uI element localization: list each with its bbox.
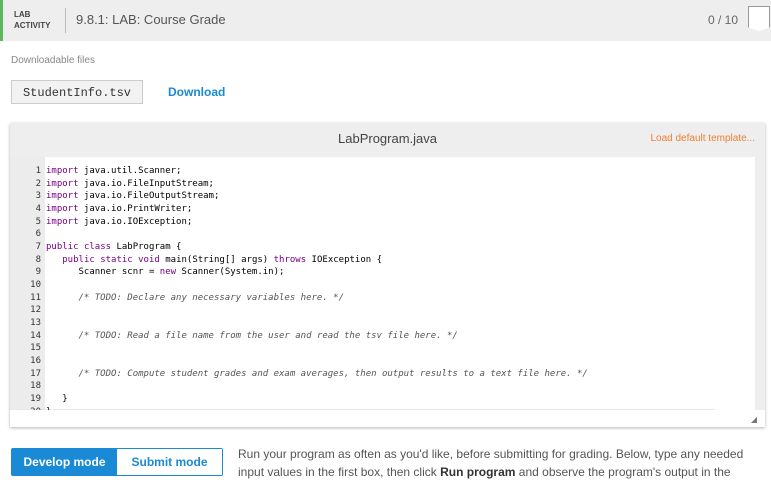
lab-label: LAB bbox=[14, 10, 31, 19]
code-text: import java.io.FileOutputStream; bbox=[46, 191, 220, 202]
code-text: /* TODO: Declare any necessary variables… bbox=[46, 292, 345, 303]
line-number: 10 bbox=[30, 280, 41, 291]
line-number: 8 bbox=[35, 254, 41, 265]
code-line: 15 bbox=[10, 342, 46, 355]
code-text: import java.io.IOException; bbox=[46, 216, 193, 227]
download-link[interactable]: Download bbox=[168, 85, 225, 99]
code-line: 19 } bbox=[10, 393, 68, 406]
completion-badge-icon bbox=[748, 6, 770, 31]
code-text: import java.io.PrintWriter; bbox=[46, 204, 193, 214]
file-name: StudentInfo.tsv bbox=[11, 80, 143, 104]
divider bbox=[65, 8, 66, 33]
line-number: 11 bbox=[30, 292, 41, 303]
code-text: import java.util.Scanner; bbox=[46, 166, 182, 176]
code-text: Scanner scnr = new Scanner(System.in); bbox=[46, 267, 285, 278]
develop-mode-button[interactable]: Develop mode bbox=[12, 449, 117, 475]
code-line: 9 Scanner scnr = new Scanner(System.in); bbox=[10, 266, 285, 279]
code-text: public class LabProgram { bbox=[46, 242, 182, 253]
lab-title: 9.8.1: LAB: Course Grade bbox=[76, 12, 226, 27]
code-line: 7 public class LabProgram { bbox=[10, 241, 182, 254]
code-area[interactable]: 1 import java.util.Scanner; 2 import java.i… bbox=[10, 157, 755, 410]
line-number: 6 bbox=[35, 229, 41, 240]
mode-description: Run your program as often as you'd like,… bbox=[238, 445, 768, 481]
code-line: 17 /* TODO: Compute student grades and e… bbox=[10, 368, 588, 381]
run-program-ref: Run program bbox=[440, 465, 516, 479]
code-line: 4 import java.io.PrintWriter; bbox=[10, 203, 193, 216]
editor-footer: ◢ bbox=[10, 410, 765, 427]
code-line: 16 bbox=[10, 355, 46, 368]
line-number: 9 bbox=[35, 267, 41, 278]
line-number: 16 bbox=[30, 356, 41, 367]
line-number: 3 bbox=[35, 191, 41, 202]
mode-toggle: Develop mode Submit mode bbox=[11, 448, 223, 476]
code-line: 5 import java.io.IOException; bbox=[10, 216, 193, 229]
desc-text-2: and observe the program's output in the bbox=[515, 465, 731, 479]
code-editor: LabProgram.java Load default template...… bbox=[10, 123, 765, 427]
code-text: } bbox=[46, 394, 68, 405]
code-text: /* TODO: Compute student grades and exam… bbox=[46, 368, 588, 379]
line-number: 18 bbox=[30, 381, 41, 392]
score: 0 / 10 bbox=[708, 13, 739, 27]
code-line: 3 import java.io.FileOutputStream; bbox=[10, 190, 220, 203]
activity-label: ACTIVITY bbox=[14, 21, 51, 30]
line-number: 17 bbox=[30, 368, 41, 379]
code-line: 11 /* TODO: Declare any necessary variab… bbox=[10, 292, 344, 305]
line-number: 2 bbox=[35, 178, 41, 189]
code-line: 10 bbox=[10, 279, 46, 292]
lab-header: LAB ACTIVITY 9.8.1: LAB: Course Grade 0 /… bbox=[0, 0, 771, 41]
line-number: 4 bbox=[35, 204, 41, 214]
code-line: 1 import java.util.Scanner; bbox=[10, 165, 182, 178]
downloadable-files-label: Downloadable files bbox=[11, 55, 95, 66]
line-number: 7 bbox=[35, 242, 41, 253]
submit-mode-button[interactable]: Submit mode bbox=[117, 449, 222, 475]
code-line: 13 bbox=[10, 317, 46, 330]
line-number: 12 bbox=[30, 305, 41, 316]
line-number: 15 bbox=[30, 343, 41, 354]
line-number: 19 bbox=[30, 394, 41, 405]
code-line: 14 /* TODO: Read a file name from the us… bbox=[10, 330, 458, 343]
code-line: 8 public static void main(String[] args)… bbox=[10, 254, 382, 267]
load-default-template-link[interactable]: Load default template... bbox=[650, 133, 755, 144]
code-line: 2 import java.io.FileInputStream; bbox=[10, 178, 214, 191]
line-number: 5 bbox=[35, 216, 41, 227]
code-line: 6 bbox=[10, 228, 46, 241]
resize-handle-icon[interactable]: ◢ bbox=[751, 415, 757, 424]
lab-activity-label: LAB ACTIVITY bbox=[14, 9, 50, 31]
code-text: import java.io.FileInputStream; bbox=[46, 178, 214, 189]
line-number: 1 bbox=[35, 166, 41, 176]
code-text: public static void main(String[] args) t… bbox=[62, 254, 382, 265]
code-line: 12 bbox=[10, 304, 46, 317]
code-text: /* TODO: Read a file name from the user … bbox=[46, 330, 458, 341]
line-number: 13 bbox=[30, 318, 41, 329]
code-line: 18 bbox=[10, 380, 46, 393]
line-number: 14 bbox=[30, 330, 41, 341]
